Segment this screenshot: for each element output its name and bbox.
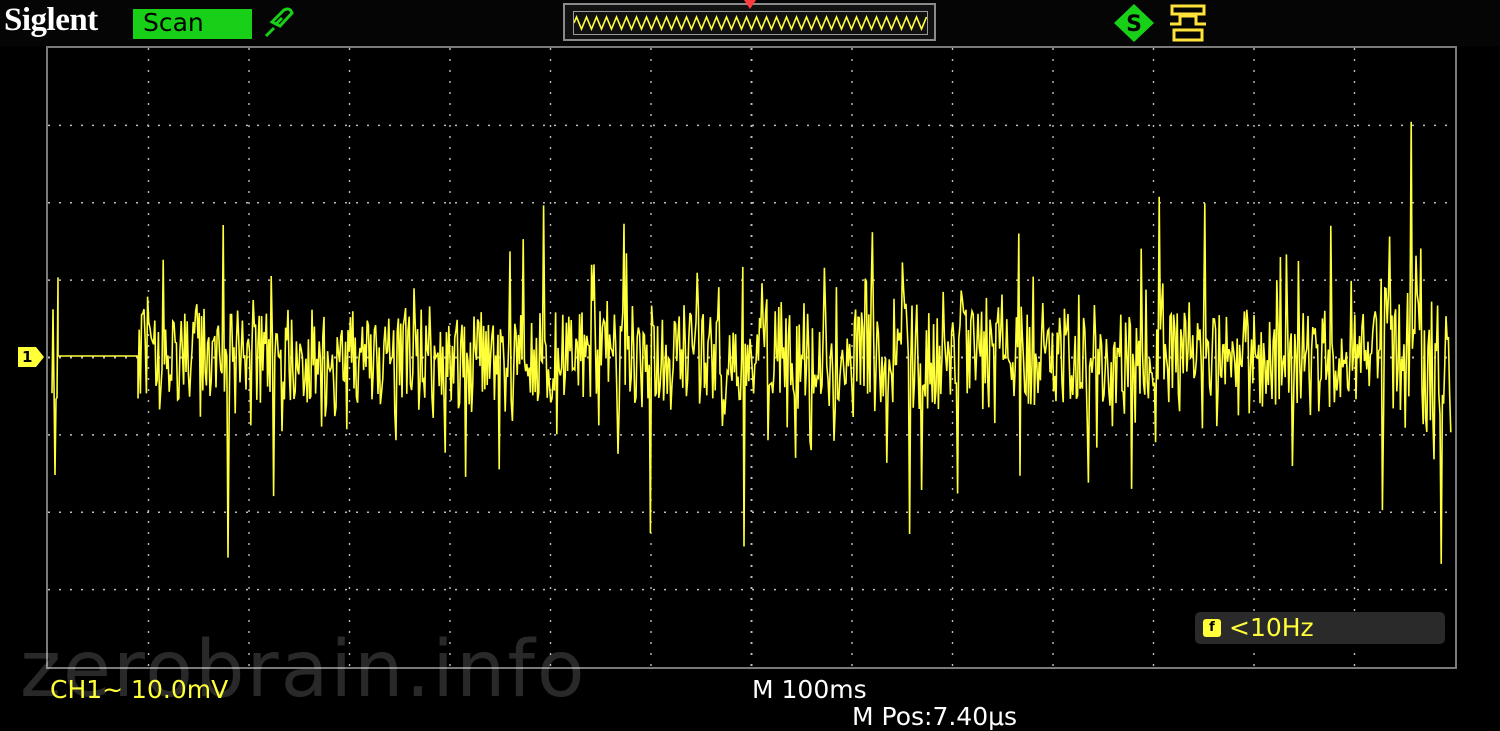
probe-icon bbox=[264, 7, 294, 38]
channel-1-marker-label-wrap: 1 bbox=[18, 347, 44, 367]
channel-1-status[interactable]: CH1~ 10.0mV bbox=[50, 676, 228, 704]
memory-waveform-preview bbox=[573, 14, 928, 32]
svg-text:S: S bbox=[1126, 12, 1142, 37]
frequency-readout: <10Hz bbox=[1229, 613, 1314, 642]
waveform-canvas bbox=[48, 48, 1455, 667]
top-status-bar: Siglent Scan S bbox=[0, 0, 1500, 46]
channel-1-trace bbox=[51, 121, 1452, 564]
stop-status-icon: S bbox=[1114, 4, 1154, 42]
frequency-counter-icon: f bbox=[1203, 619, 1221, 637]
waveform-display[interactable] bbox=[46, 46, 1457, 669]
timebase-readout[interactable]: M 100ms bbox=[752, 676, 867, 704]
brand-logo: Siglent bbox=[4, 2, 98, 38]
trigger-position-marker[interactable] bbox=[744, 0, 756, 10]
trigger-type-icon bbox=[1170, 4, 1206, 42]
memory-window bbox=[573, 11, 928, 35]
acquisition-mode-badge[interactable]: Scan bbox=[133, 9, 252, 39]
horizontal-position-readout[interactable]: M Pos:7.40μs bbox=[852, 703, 1017, 731]
frequency-counter-box: f <10Hz bbox=[1195, 612, 1445, 644]
channel-1-marker-label: 1 bbox=[22, 348, 33, 366]
